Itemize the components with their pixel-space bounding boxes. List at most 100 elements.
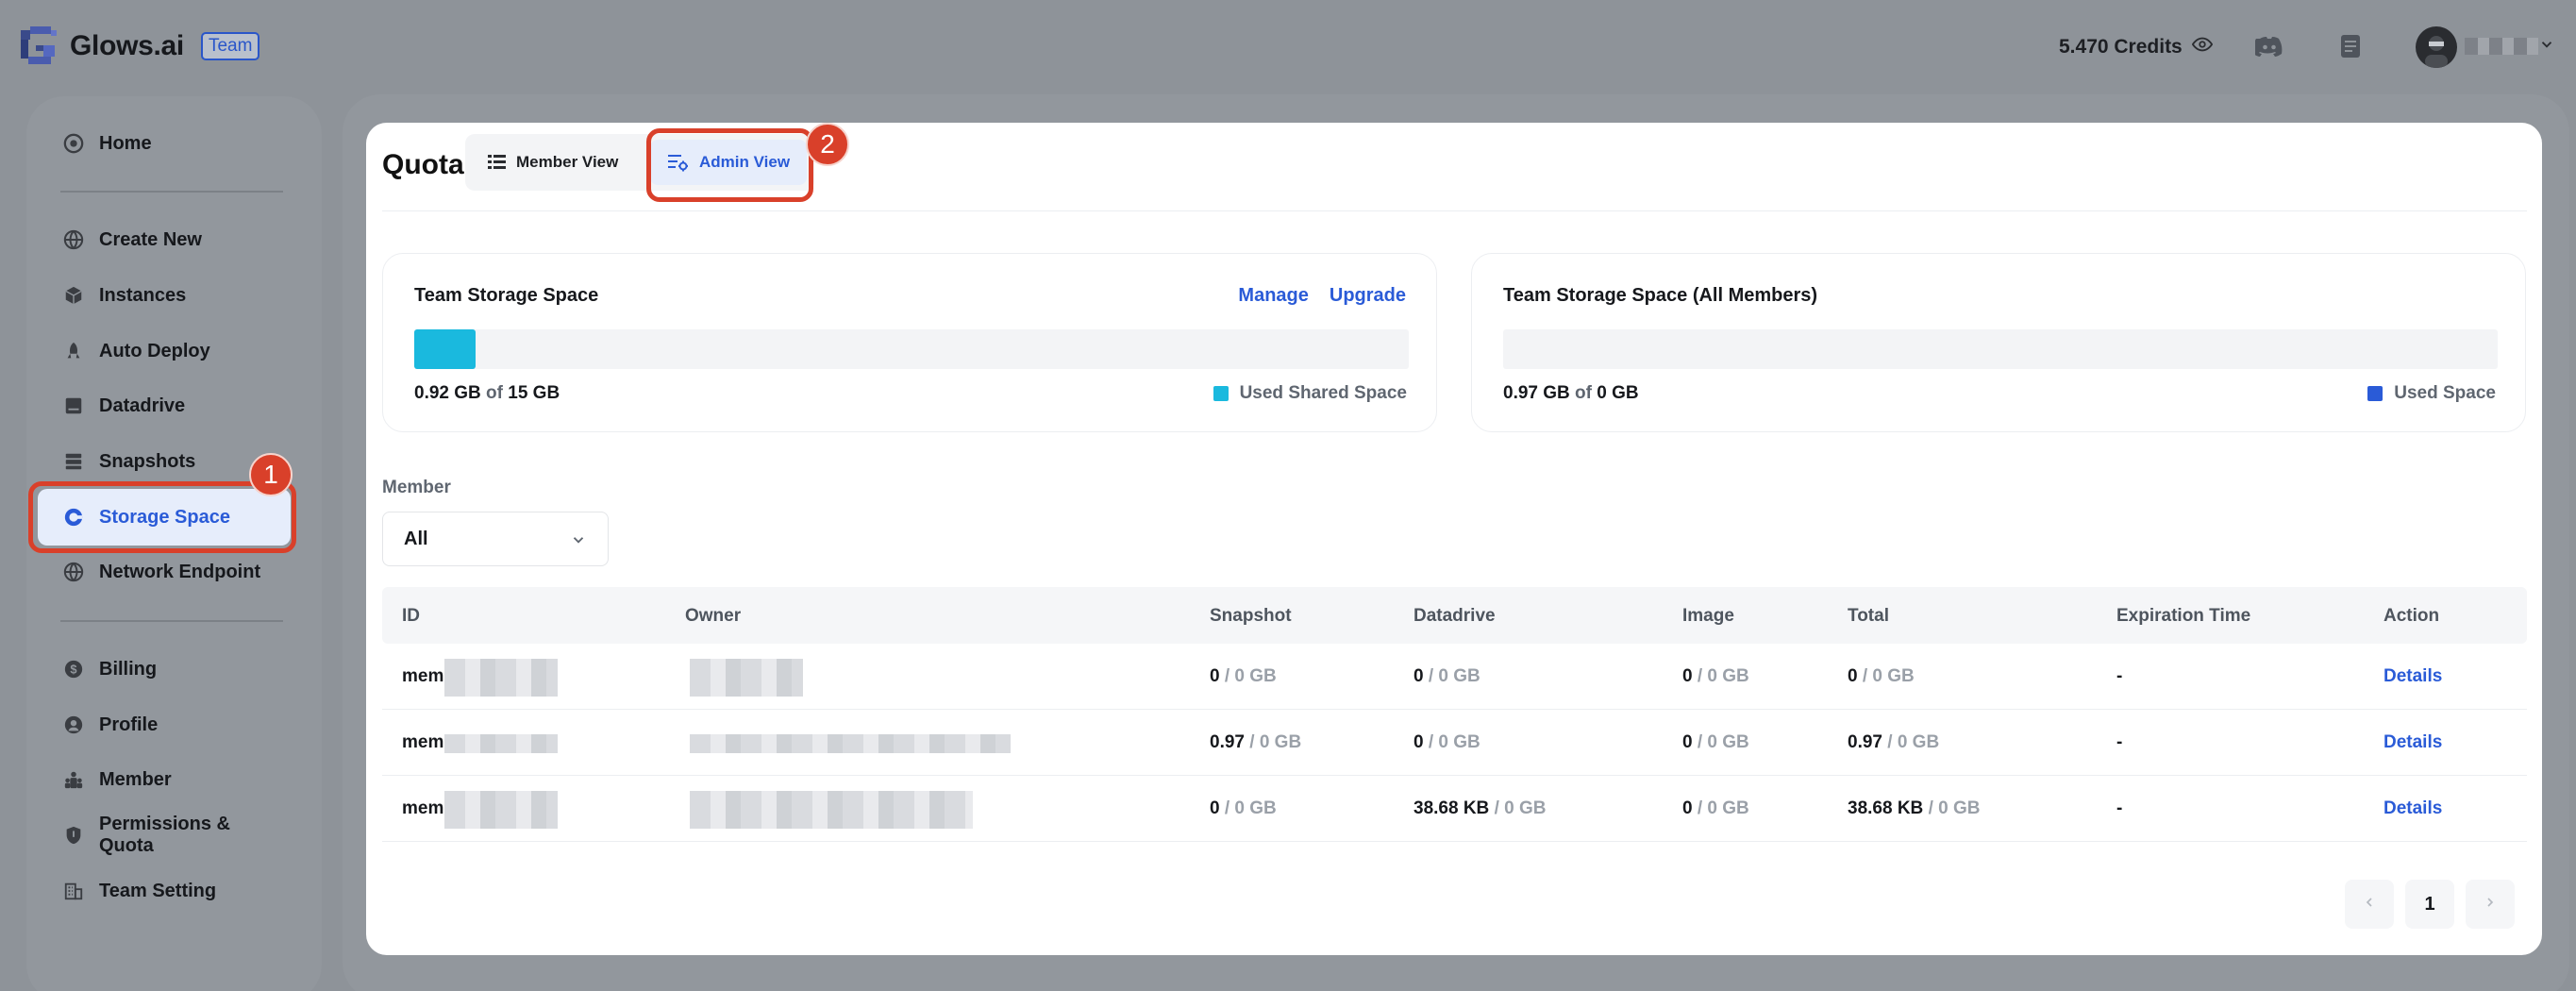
table-header: ID Owner Snapshot Datadrive Image Total … [382,587,2527,644]
sidebar-item-label: Snapshots [99,450,196,472]
snapshot-cell: 0 / 0 GB [1210,798,1277,818]
logo[interactable]: Glows.ai Team [19,25,260,68]
upgrade-link[interactable]: Upgrade [1330,285,1406,307]
dollar-icon: $ [63,659,84,680]
member-view-button[interactable]: Member View [471,140,635,185]
sidebar-item-label: Team Setting [99,880,217,901]
total-amount: 0 GB [1597,383,1639,403]
sidebar-item-home[interactable]: Home [35,117,285,170]
column-header: Datadrive [1413,606,1496,626]
column-header: Image [1682,606,1734,626]
quota-panel: Quota Member View Admin View Team Storag… [366,123,2542,955]
id-blurred [444,734,558,753]
total-amount: 15 GB [508,383,560,403]
column-header: Owner [685,606,742,626]
table-row: mem 0 / 0 GB 0 / 0 GB 0 / 0 GB 0 / 0 GB … [382,644,2527,710]
sidebar-item-label: Permissions & Quota [99,814,230,856]
usage-text: 0.92 GB of 15 GB [414,383,560,404]
table-row: mem 0 / 0 GB 38.68 KB / 0 GB 0 / 0 GB 38… [382,776,2527,842]
sidebar-item-instances[interactable]: Instances [35,269,285,322]
annotation-badge-2: 2 [806,123,849,166]
used-amount: 0.97 GB [1503,383,1570,403]
username-blurred [2465,38,2538,55]
panel-divider [382,210,2527,211]
legend-swatch [2367,386,2384,401]
used-amount: 0.92 GB [414,383,481,403]
sidebar-item-label: Datadrive [99,395,186,416]
sidebar-item-label: Auto Deploy [99,340,210,361]
page-1-button[interactable]: 1 [2405,880,2454,929]
of-label: of [1575,383,1592,403]
legend: Used Space [2367,383,2496,404]
sidebar-item-label: Network Endpoint [99,561,261,582]
cube-icon [63,285,84,306]
sidebar-item-permissions-quota[interactable]: Permissions & Quota [35,809,285,862]
sidebar-item-label: Create New [99,228,202,250]
sidebar-divider [60,191,283,193]
sidebar-item-snapshots[interactable]: Snapshots [35,435,285,488]
total-cell: 38.68 KB / 0 GB [1848,798,1981,818]
storage-progress-fill [414,329,476,369]
details-link[interactable]: Details [2384,666,2442,687]
column-header: Expiration Time [2116,606,2251,626]
chevron-down-icon[interactable] [2538,36,2555,58]
sidebar-item-create-new[interactable]: Create New [35,213,285,266]
manage-link[interactable]: Manage [1238,285,1308,307]
highlight-box-admin-view [646,128,813,202]
team-storage-card: Team Storage Space Manage Upgrade 0.92 G… [382,253,1437,432]
total-cell: 0.97 / 0 GB [1848,732,1940,752]
sidebar-item-label: Billing [99,658,158,680]
datadrive-cell: 0 / 0 GB [1413,732,1480,752]
image-cell: 0 / 0 GB [1682,798,1749,818]
member-filter-select[interactable]: All [382,512,609,566]
next-page-button[interactable] [2466,880,2515,929]
quota-table: ID Owner Snapshot Datadrive Image Total … [382,587,2527,842]
sidebar-item-profile[interactable]: Profile [35,698,285,751]
annotation-badge-1: 1 [249,453,293,496]
sidebar-item-team-setting[interactable]: Team Setting [35,865,285,917]
prev-page-button[interactable] [2345,880,2394,929]
details-link[interactable]: Details [2384,798,2442,819]
discord-icon[interactable] [2251,28,2287,64]
total-cell: 0 / 0 GB [1848,666,1915,686]
column-header: Snapshot [1210,606,1292,626]
owner-blurred [690,791,973,829]
page-title: Quota [382,149,464,180]
document-icon[interactable] [2333,28,2368,64]
chevron-left-icon [2362,894,2377,915]
image-cell: 0 / 0 GB [1682,666,1749,686]
highlight-box-storage-space [28,481,296,553]
sidebar-item-datadrive[interactable]: Datadrive [35,379,285,432]
user-icon [63,714,84,735]
table-row: mem 0.97 / 0 GB 0 / 0 GB 0 / 0 GB 0.97 /… [382,710,2527,776]
sidebar-divider [60,620,283,622]
id-cell: mem [402,666,444,686]
of-label: of [486,383,503,403]
eye-icon[interactable] [2191,34,2213,60]
storage-progress-bar [1503,329,2498,369]
details-link[interactable]: Details [2384,732,2442,753]
owner-blurred [690,659,803,697]
network-icon [63,562,84,582]
id-blurred [444,791,558,829]
sidebar-item-billing[interactable]: $ Billing [35,643,285,696]
building-icon [63,881,84,901]
sidebar-item-auto-deploy[interactable]: Auto Deploy [35,325,285,378]
column-header: Action [2384,606,2440,626]
sidebar-item-network-endpoint[interactable]: Network Endpoint [35,546,285,598]
snapshot-cell: 0.97 / 0 GB [1210,732,1302,752]
logo-text: Glows.ai [70,30,184,61]
sidebar-item-member[interactable]: Member [35,753,285,806]
id-cell: mem [402,732,444,752]
member-filter-value: All [404,528,428,549]
member-filter-label: Member [382,478,451,497]
avatar[interactable] [2416,26,2457,68]
svg-text:$: $ [70,663,76,677]
column-header: Total [1848,606,1889,626]
snapshot-cell: 0 / 0 GB [1210,666,1277,686]
expiration-cell: - [2116,666,2123,686]
drive-icon [63,395,84,416]
card-links: Manage Upgrade [1238,285,1406,307]
sidebar-item-label: Instances [99,284,187,306]
card-title: Team Storage Space (All Members) [1503,285,1818,306]
